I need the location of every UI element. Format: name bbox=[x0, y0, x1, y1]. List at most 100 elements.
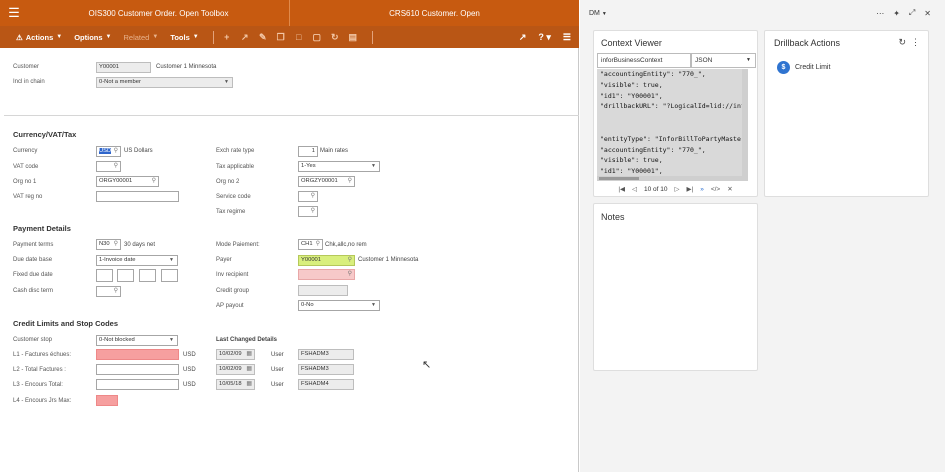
context-json-viewer[interactable]: "accountingEntity": "770_", "visible": tr… bbox=[597, 69, 748, 181]
search-icon[interactable]: ⚲ bbox=[311, 207, 315, 216]
more-menu-icon[interactable]: ☰ bbox=[563, 32, 571, 43]
tax-regime-field[interactable]: ⚲ bbox=[298, 206, 318, 217]
calendar-icon[interactable]: ▦ bbox=[246, 380, 252, 389]
tab-ois300[interactable]: OIS300 Customer Order. Open Toolbox bbox=[28, 0, 290, 26]
display-icon[interactable]: □ bbox=[294, 32, 304, 42]
tax-applicable-select[interactable]: 1-Yes ▼ bbox=[298, 161, 380, 172]
l2-date-field[interactable]: 10/02/09 ▦ bbox=[216, 364, 255, 375]
more-options-icon[interactable]: ⋯ bbox=[876, 9, 884, 18]
l1-field[interactable] bbox=[96, 349, 179, 360]
refresh-icon[interactable]: ↻ bbox=[898, 37, 906, 48]
inv-recipient-field[interactable]: ⚲ bbox=[298, 269, 355, 280]
scrollbar-thumb[interactable] bbox=[599, 177, 639, 180]
actions-menu[interactable]: ⚠ Actions ▼ bbox=[16, 33, 62, 42]
options-label: Options bbox=[74, 32, 103, 42]
search-icon[interactable]: ⚲ bbox=[114, 147, 118, 156]
related-menu[interactable]: Related ▼ bbox=[124, 33, 159, 42]
horizontal-scrollbar[interactable] bbox=[597, 176, 748, 181]
vat-reg-field[interactable] bbox=[96, 191, 179, 202]
tools-menu[interactable]: Tools ▼ bbox=[170, 33, 198, 42]
calendar-icon[interactable]: ▦ bbox=[246, 365, 252, 374]
payer-field[interactable]: Y00001 ⚲ bbox=[298, 255, 355, 266]
credit-group-field[interactable] bbox=[298, 285, 348, 296]
vat-code-field[interactable]: ⚲ bbox=[96, 161, 121, 172]
mode-paiement-field[interactable]: CH1 ⚲ bbox=[298, 239, 323, 250]
currency-field[interactable]: USD ⚲ bbox=[96, 146, 121, 157]
code-icon[interactable]: </> bbox=[711, 186, 720, 193]
org-no1-field[interactable]: ORGY00001 ⚲ bbox=[96, 176, 159, 187]
pin-icon[interactable]: ✦ bbox=[893, 9, 900, 18]
search-icon[interactable]: ⚲ bbox=[152, 177, 156, 186]
tab-crs610[interactable]: CRS610 Customer. Open bbox=[290, 0, 579, 26]
l3-date-field[interactable]: 10/05/18 ▦ bbox=[216, 379, 255, 390]
add-icon[interactable]: + bbox=[222, 32, 232, 42]
fixed-due-date-field-1[interactable] bbox=[96, 269, 113, 282]
ap-payout-select[interactable]: 0-No ▼ bbox=[298, 300, 380, 311]
l3-user-field[interactable]: FSHADM4 bbox=[298, 379, 354, 390]
fast-forward-icon[interactable]: » bbox=[700, 186, 704, 193]
expand-icon[interactable]: ⤢ bbox=[909, 8, 915, 18]
vertical-scrollbar[interactable] bbox=[742, 69, 748, 181]
search-icon[interactable]: ⚲ bbox=[348, 177, 352, 186]
options-menu[interactable]: Options ▼ bbox=[74, 33, 111, 42]
context-format-value: JSON bbox=[695, 57, 713, 64]
menu-icon[interactable]: ☰ bbox=[0, 0, 28, 26]
due-date-base-select[interactable]: 1-Invoice date ▼ bbox=[96, 255, 178, 266]
l3-field[interactable] bbox=[96, 379, 179, 390]
customer-stop-select[interactable]: 0-Not blocked ▼ bbox=[96, 335, 178, 346]
search-icon[interactable]: ⚲ bbox=[114, 287, 118, 296]
fixed-due-date-field-3[interactable] bbox=[139, 269, 156, 282]
refresh-icon[interactable]: ↻ bbox=[330, 32, 340, 42]
copy-icon[interactable]: ❐ bbox=[276, 32, 286, 42]
first-page-icon[interactable]: |◀ bbox=[618, 185, 625, 193]
exch-rate-desc: Main rates bbox=[320, 148, 349, 154]
more-vertical-icon[interactable]: ⋮ bbox=[911, 37, 920, 48]
open-external-icon[interactable]: ↗ bbox=[519, 32, 527, 43]
fixed-due-date-field-4[interactable] bbox=[161, 269, 178, 282]
l3-currency: USD bbox=[183, 382, 196, 388]
context-format-select[interactable]: JSON ▼ bbox=[691, 53, 756, 68]
search-icon[interactable]: ⚲ bbox=[316, 240, 320, 249]
last-page-icon[interactable]: ▶| bbox=[687, 185, 694, 193]
edit-icon[interactable]: ✎ bbox=[258, 32, 268, 42]
l4-label: L4 - Encours Jrs Max: bbox=[13, 398, 72, 404]
fixed-due-date-field-2[interactable] bbox=[117, 269, 134, 282]
search-icon[interactable]: ⚲ bbox=[114, 162, 118, 171]
exch-rate-field[interactable]: 1 bbox=[298, 146, 318, 157]
dm-menu[interactable]: DM ▼ bbox=[589, 10, 607, 17]
help-icon[interactable]: ? ▾ bbox=[538, 32, 551, 43]
l3-user-label: User bbox=[271, 382, 284, 388]
next-page-icon[interactable]: ▷ bbox=[675, 185, 680, 193]
search-icon[interactable]: ⚲ bbox=[348, 256, 352, 265]
print-icon[interactable]: ▤ bbox=[348, 32, 358, 42]
l2-field[interactable] bbox=[96, 364, 179, 375]
calendar-icon[interactable]: ▦ bbox=[246, 350, 252, 359]
l4-field[interactable] bbox=[96, 395, 118, 406]
l1-date-field[interactable]: 10/02/09 ▦ bbox=[216, 349, 255, 360]
payment-terms-field[interactable]: N30 ⚲ bbox=[96, 239, 121, 250]
incl-chain-select[interactable]: 0-Not a member ▼ bbox=[96, 77, 233, 88]
org-no2-value: ORGZY00001 bbox=[301, 178, 338, 184]
customer-field[interactable]: Y00001 bbox=[96, 62, 151, 73]
json-line bbox=[597, 112, 748, 123]
l2-date-value: 10/02/09 bbox=[219, 366, 242, 372]
l1-user-field[interactable]: FSHADM3 bbox=[298, 349, 354, 360]
search-icon[interactable]: ⚲ bbox=[114, 240, 118, 249]
l2-user-field[interactable]: FSHADM3 bbox=[298, 364, 354, 375]
l2-currency: USD bbox=[183, 367, 196, 373]
context-source-select[interactable]: inforBusinessContext bbox=[597, 53, 691, 68]
org-no2-field[interactable]: ORGZY00001 ⚲ bbox=[298, 176, 355, 187]
incl-chain-label: Incl in chain bbox=[13, 79, 45, 85]
search-icon[interactable]: ⚲ bbox=[348, 270, 352, 279]
close-icon[interactable]: ✕ bbox=[924, 9, 931, 18]
close-icon[interactable]: ✕ bbox=[727, 185, 732, 193]
drillback-item-credit-limit[interactable]: Credit Limit bbox=[795, 64, 830, 71]
vat-reg-label: VAT reg no bbox=[13, 194, 43, 200]
search-icon[interactable]: ⚲ bbox=[311, 192, 315, 201]
prev-page-icon[interactable]: ◁ bbox=[632, 185, 637, 193]
delete-icon[interactable]: ▢ bbox=[312, 32, 322, 42]
select-icon[interactable]: ↗ bbox=[240, 32, 250, 42]
cash-disc-field[interactable]: ⚲ bbox=[96, 286, 121, 297]
service-code-field[interactable]: ⚲ bbox=[298, 191, 318, 202]
mode-paiement-label: Mode Paiement: bbox=[216, 242, 260, 248]
